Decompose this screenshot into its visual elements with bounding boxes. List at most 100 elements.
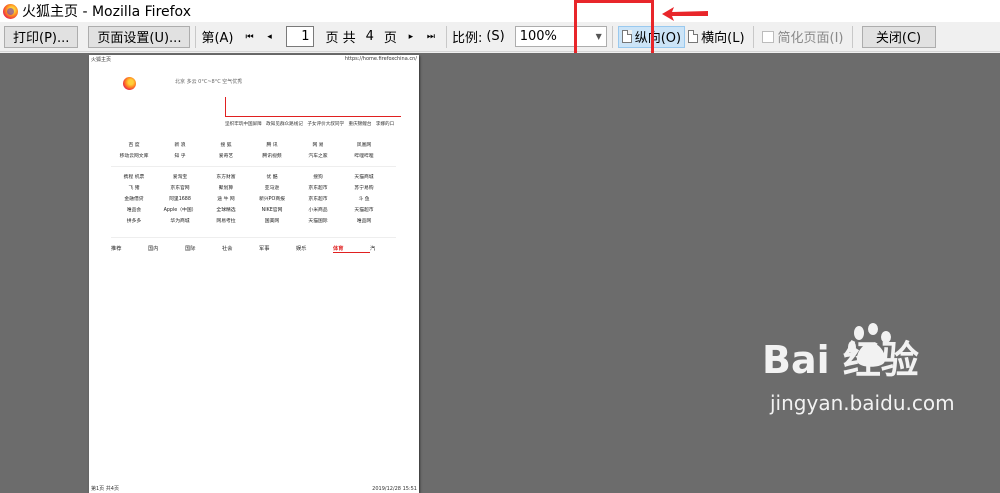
checkbox-box — [761, 30, 774, 43]
hot-link: 重庆锦鲤台 — [348, 122, 372, 127]
next-page-icon[interactable]: ▸ — [401, 27, 421, 47]
page-number-input[interactable] — [285, 26, 314, 47]
total-pages: 4 — [365, 29, 374, 44]
page-unit-label: 页 — [383, 31, 397, 46]
grid-row: 移动云网文库 知 乎 爱奇艺 腾讯视频 汽车之家 哔哩哔哩 — [111, 152, 387, 163]
news-tab: 军事 — [259, 246, 270, 252]
last-page-icon[interactable]: ⏭ — [421, 27, 441, 47]
preview-area[interactable]: 火狐主页 https://home.firefoxchina.cn/ 北京 多云… — [0, 53, 1000, 493]
site-link: 天猫商城 — [354, 175, 374, 180]
site-link: 东方财富 — [216, 175, 236, 180]
site-grid-a: 百 度 新 浪 搜 狐 腾 讯 网 易 凤凰网 移动云网文库 知 乎 爱奇艺 腾… — [111, 141, 387, 163]
site-link: 凤凰网 — [356, 143, 372, 148]
landscape-button[interactable]: 横向(L) — [685, 26, 747, 48]
hot-link: 李娜的口 — [375, 122, 395, 127]
news-tabs: 推荐 国内 国际 社会 军事 娱乐 体育 汽 — [111, 245, 380, 253]
news-tab: 推荐 — [111, 246, 122, 252]
hot-link: 子女评价大叔同学 — [307, 122, 345, 127]
site-link: 新 浪 — [174, 143, 186, 148]
page-setup-button[interactable]: 页面设置(U)... — [88, 25, 191, 48]
hot-links: 坚织牢筑中国屏障 政知见群众路线记 子女评价大叔同学 重庆锦鲤台 李娜的口 — [225, 121, 394, 127]
firefox-logo-icon — [123, 77, 136, 90]
highlight-box — [574, 0, 654, 61]
window-titlebar: 火狐主页 - Mozilla Firefox — [0, 0, 1000, 22]
grid-row: 携程 机票 爱淘宝 东方财富 优 酷 搜狗 天猫商城 — [111, 173, 387, 184]
divider — [111, 237, 396, 238]
hot-link: 政知见群众路线记 — [266, 122, 303, 127]
page-suffix-label: 页 共 — [325, 31, 356, 46]
hot-link: 坚织牢筑中国屏障 — [225, 122, 262, 127]
site-link: 聚划算 — [218, 186, 234, 191]
site-link: 哔哩哔哩 — [354, 154, 374, 159]
grid-row: 飞 猪 京东官网 聚划算 亚马逊 京东超市 苏宁易购 — [111, 184, 387, 195]
close-button[interactable]: 关闭(C) — [861, 25, 936, 48]
site-link: 拼多多 — [126, 219, 142, 224]
grid-row: 百 度 新 浪 搜 狐 腾 讯 网 易 凤凰网 — [111, 141, 387, 152]
site-link: 搜 狐 — [220, 143, 232, 148]
site-link: 移动云网文库 — [119, 154, 149, 159]
page-footer-left: 第1页 共4页 — [91, 486, 119, 492]
site-link: 华为商城 — [170, 219, 190, 224]
site-link: 爱淘宝 — [172, 175, 188, 180]
divider — [111, 166, 396, 167]
site-grid-b: 携程 机票 爱淘宝 东方财富 优 酷 搜狗 天猫商城 飞 猪 京东官网 聚划算 … — [111, 173, 387, 228]
site-link: Apple（中国） — [163, 208, 197, 213]
first-page-icon[interactable]: ⏮ — [240, 27, 260, 47]
print-preview-toolbar: 打印(P)... 页面设置(U)... 第(A) ⏮ ◂ 页 共 4 页 ▸ ⏭… — [0, 22, 1000, 52]
site-link: 京东超市 — [308, 186, 328, 191]
site-link: 天猫国际 — [308, 219, 328, 224]
site-link: 金融借贷 — [124, 197, 144, 202]
site-link: 百 度 — [128, 143, 140, 148]
site-link: 汽车之家 — [308, 154, 328, 159]
site-link: 京东超市 — [308, 197, 328, 202]
prev-page-icon[interactable]: ◂ — [260, 27, 280, 47]
site-link: 飞 猪 — [128, 186, 140, 191]
scale-key-label: (S) — [486, 29, 505, 44]
grid-row: 唯品会 Apple（中国） 全球精选 NIKE官网 小米商品 天猫超市 — [111, 206, 387, 217]
toolbar-separator — [752, 25, 754, 48]
site-link: 新兴PO商报 — [259, 197, 285, 202]
site-link: 天猫超市 — [354, 208, 374, 213]
news-tab-active: 体育 — [333, 245, 370, 253]
red-arrow-icon — [662, 7, 708, 21]
site-link: 网易考拉 — [216, 219, 236, 224]
scale-label: 比例: — [451, 31, 483, 46]
page-header-right: https://home.firefoxchina.cn/ — [344, 56, 417, 62]
grid-row: 拼多多 华为商城 网易考拉 国美网 天猫国际 唯品网 — [111, 217, 387, 228]
news-tab: 汽 — [370, 246, 376, 252]
site-link: 苏宁易购 — [354, 186, 374, 191]
news-tab: 国际 — [185, 246, 196, 252]
toolbar-separator — [195, 25, 197, 48]
page-header-left: 火狐主页 — [91, 57, 112, 63]
site-link: 腾 讯 — [266, 143, 278, 148]
scale-value: 100% — [519, 29, 557, 44]
window-title: 火狐主页 - Mozilla Firefox — [22, 4, 191, 20]
watermark-url: jingyan.baidu.com — [770, 391, 955, 415]
page-footer-right: 2019/12/28 15:51 — [372, 486, 417, 492]
toolbar-separator — [445, 25, 447, 48]
preview-page: 火狐主页 https://home.firefoxchina.cn/ 北京 多云… — [89, 55, 419, 493]
site-link: 全球精选 — [216, 208, 236, 213]
simplify-page-checkbox[interactable]: 简化页面(I) — [759, 26, 847, 48]
site-link: 腾讯视频 — [262, 154, 282, 159]
site-link: 京东官网 — [170, 186, 190, 191]
print-button[interactable]: 打印(P)... — [4, 25, 79, 48]
site-link: 亚马逊 — [264, 186, 280, 191]
site-link: 途 牛 网 — [217, 197, 235, 202]
site-link: 搜狗 — [313, 175, 323, 180]
site-link: 唯品会 — [126, 208, 142, 213]
site-link: 优 酷 — [266, 175, 278, 180]
page-prefix-label: 第(A) — [201, 31, 234, 46]
site-link: 唯品网 — [356, 219, 372, 224]
news-tab: 娱乐 — [296, 246, 307, 252]
site-link: 知 乎 — [174, 154, 186, 159]
search-box — [225, 97, 401, 117]
grid-row: 金融借贷 阿里1688 途 牛 网 新兴PO商报 京东超市 斗 鱼 — [111, 195, 387, 206]
site-link: 斗 鱼 — [358, 197, 370, 202]
site-link: 携程 机票 — [123, 175, 145, 180]
news-tab: 社会 — [222, 246, 233, 252]
news-tab: 国内 — [148, 246, 159, 252]
site-link: 爱奇艺 — [218, 154, 234, 159]
site-link: NIKE官网 — [261, 208, 283, 213]
simplify-label: 简化页面(I) — [777, 31, 844, 46]
